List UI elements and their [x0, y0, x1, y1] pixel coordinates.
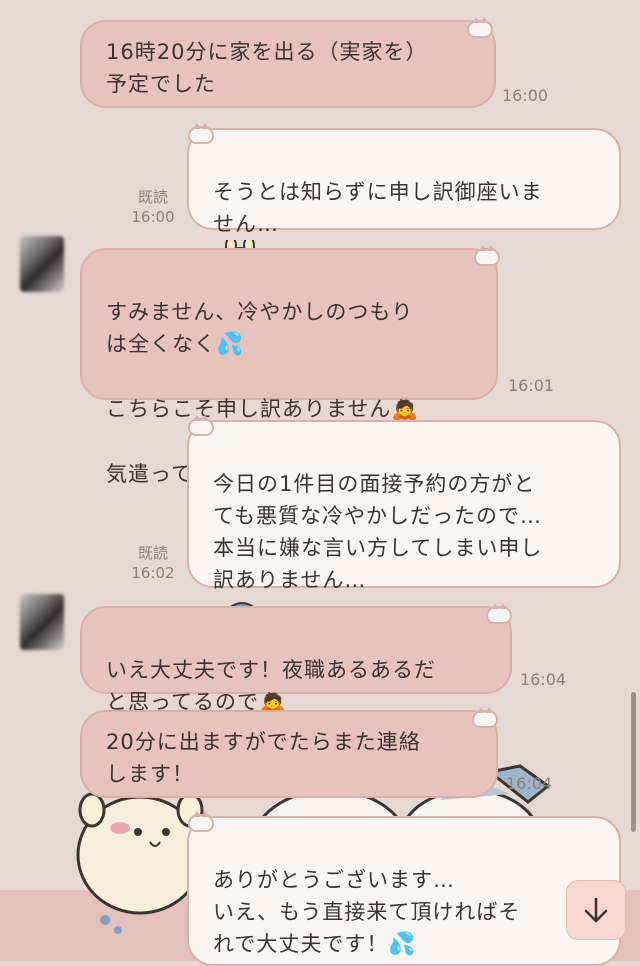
message-text: ありがとうございます… いえ、もう直接来て頂ければそ れで大丈夫です！: [213, 868, 521, 956]
read-receipt: 既読 16:02: [131, 544, 175, 582]
bubble-cat-ears-icon: [188, 415, 214, 436]
bubble-cat-ears-icon: [472, 707, 498, 728]
sender-avatar[interactable]: [20, 236, 64, 292]
message-text: そうとは知らずに申し訳御座いま せん…: [213, 180, 543, 236]
message-bubble-outgoing[interactable]: 今日の1件目の面接予約の方がと ても悪質な冷やかしだったので… 本当に嫌な言い方…: [187, 420, 621, 635]
message-bubble-incoming[interactable]: いえ大丈夫です！夜職あるあるだ と思ってるので🙇: [80, 606, 512, 715]
message-bubble-incoming[interactable]: すみません、冷やかしのつもり は全くなく💦 こちらこそ申し訳ありません🙇 気遣っ…: [80, 248, 498, 486]
bubble-cat-ears-icon: [486, 603, 512, 624]
message-text: すみません、冷やかしのつもり は全くなく: [106, 300, 414, 356]
message-bubble-incoming[interactable]: 16時20分に家を出る（実家を） 予定でした: [80, 20, 496, 108]
message-timestamp: 16:04: [520, 670, 567, 689]
sweat-drops-icon: 💦: [388, 932, 417, 957]
message-bubble-outgoing[interactable]: ありがとうございます… いえ、もう直接来て頂ければそ れで大丈夫です！💦: [187, 816, 621, 966]
sweat-drops-icon: 💦: [216, 332, 245, 357]
message-timestamp: 16:04: [506, 774, 553, 793]
bubble-cat-ears-icon: [188, 811, 214, 832]
bubble-cat-ears-icon: [188, 123, 214, 144]
message-bubble-outgoing[interactable]: そうとは知らずに申し訳御座いま せん…: [187, 128, 621, 281]
bubble-cat-ears-icon: [467, 17, 493, 38]
sender-avatar[interactable]: [20, 594, 64, 650]
message-timestamp: 16:01: [508, 376, 555, 395]
message-text: 今日の1件目の面接予約の方がと ても悪質な冷やかしだったので… 本当に嫌な言い方…: [213, 472, 543, 592]
message-bubble-incoming[interactable]: 20分に出ますがでたらまた連絡 します！: [80, 710, 498, 798]
bowing-person-icon: 🙇: [391, 397, 420, 422]
bubble-cat-ears-icon: [474, 245, 500, 266]
read-receipt: 既読 16:00: [131, 188, 175, 226]
scrollbar[interactable]: [631, 692, 636, 832]
scroll-to-bottom-button[interactable]: [566, 880, 626, 940]
message-text: こちらこそ申し訳ありません: [106, 397, 392, 421]
chat-view[interactable]: 16時20分に家を出る（実家を） 予定でした 16:00 そうとは知らずに申し訳…: [0, 0, 640, 966]
arrow-down-icon: [584, 897, 608, 923]
message-timestamp: 16:00: [502, 86, 549, 105]
